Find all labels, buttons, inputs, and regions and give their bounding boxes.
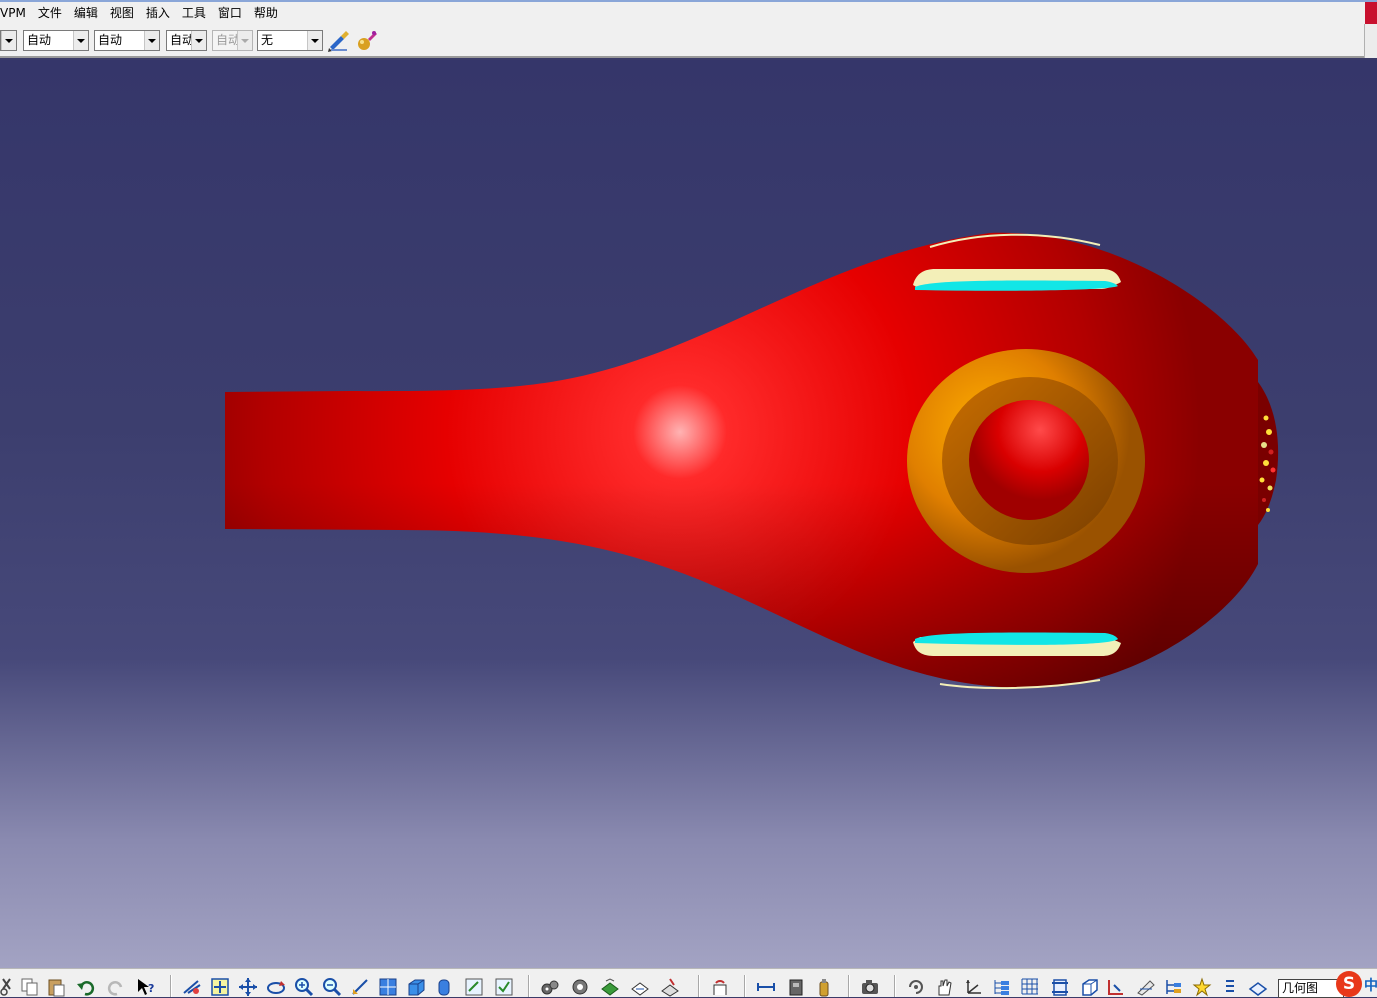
update-icon[interactable] xyxy=(710,977,730,997)
menu-bar: VPM 文件 编辑 视图 插入 工具 窗口 帮助 xyxy=(0,0,1377,24)
manipulate-icon[interactable] xyxy=(906,977,926,997)
swap-view-icon[interactable] xyxy=(494,977,514,997)
distance-icon[interactable] xyxy=(756,977,776,997)
pan-icon[interactable] xyxy=(238,977,258,997)
menu-view[interactable]: 视图 xyxy=(104,3,140,23)
menu-help[interactable]: 帮助 xyxy=(248,3,284,23)
gear-icon[interactable] xyxy=(540,977,560,997)
quick-view-icon[interactable] xyxy=(378,977,398,997)
window-close-button[interactable] xyxy=(1365,2,1377,24)
layer-icon[interactable] xyxy=(1220,977,1240,997)
measure-icon[interactable] xyxy=(630,977,650,997)
cut-icon[interactable] xyxy=(0,977,20,997)
chevron-down-icon[interactable] xyxy=(1,31,16,50)
geometry-set-field[interactable]: 几何图 xyxy=(1278,979,1344,998)
shading-icon[interactable] xyxy=(406,977,426,997)
hide-show-icon[interactable] xyxy=(434,977,454,997)
color-combo[interactable] xyxy=(0,30,17,51)
paint-drop-icon[interactable] xyxy=(355,29,379,53)
constraint-icon[interactable] xyxy=(1106,977,1126,997)
transparency-combo[interactable]: 自动 xyxy=(23,30,89,51)
ime-logo[interactable]: S xyxy=(1336,971,1362,997)
analysis-icon[interactable] xyxy=(660,977,680,997)
layer-combo[interactable]: 无 xyxy=(257,30,323,51)
sketch-icon[interactable] xyxy=(1136,977,1156,997)
chevron-down-icon[interactable] xyxy=(144,31,159,50)
svg-text:?: ? xyxy=(148,982,154,995)
favorites-icon[interactable] xyxy=(1192,977,1212,997)
copy-icon[interactable] xyxy=(20,977,40,997)
scene-icon[interactable] xyxy=(1050,977,1070,997)
zoom-out-icon[interactable] xyxy=(322,977,342,997)
menu-edit[interactable]: 编辑 xyxy=(68,3,104,23)
box-icon[interactable] xyxy=(1080,977,1100,997)
whats-this-icon[interactable]: ? xyxy=(136,977,156,997)
chevron-down-icon xyxy=(237,31,252,50)
catalog-icon[interactable] xyxy=(600,977,620,997)
line-type-combo[interactable]: 自动 xyxy=(166,30,207,51)
undo-icon[interactable] xyxy=(76,977,96,997)
bottom-slot xyxy=(913,632,1121,656)
chevron-down-icon[interactable] xyxy=(191,31,206,50)
mechanism-icon[interactable] xyxy=(570,977,590,997)
toolbar-separator xyxy=(170,975,172,997)
swap-visible-icon[interactable] xyxy=(464,977,484,997)
snapshot-icon[interactable] xyxy=(814,977,834,997)
apply-material-icon[interactable] xyxy=(786,977,806,997)
point-type-combo: 自动 xyxy=(212,30,253,51)
ime-language-indicator[interactable]: 中 xyxy=(1364,975,1377,995)
bottom-toolbar: ? 几何图 S 中 xyxy=(0,968,1377,998)
boss-ring[interactable] xyxy=(907,349,1145,573)
zoom-in-icon[interactable] xyxy=(294,977,314,997)
menu-file[interactable]: 文件 xyxy=(32,3,68,23)
toolbar-separator xyxy=(744,975,746,997)
chevron-down-icon[interactable] xyxy=(73,31,88,50)
layer-filter-icon[interactable] xyxy=(1248,977,1268,997)
rotate-icon[interactable] xyxy=(266,977,286,997)
center-hole[interactable] xyxy=(969,400,1089,520)
normal-view-icon[interactable] xyxy=(350,977,370,997)
axis-icon[interactable] xyxy=(964,977,984,997)
capture-icon[interactable] xyxy=(860,977,880,997)
toolbar-separator xyxy=(848,975,850,997)
tree-icon[interactable] xyxy=(992,977,1012,997)
toolbar-separator xyxy=(698,975,700,997)
top-slot xyxy=(913,269,1121,291)
fly-mode-icon[interactable] xyxy=(182,977,202,997)
spec-tree-icon[interactable] xyxy=(1164,977,1184,997)
menu-tools[interactable]: 工具 xyxy=(176,3,212,23)
grid-icon[interactable] xyxy=(1020,977,1040,997)
toolbar-separator xyxy=(528,975,530,997)
menu-vpm[interactable]: VPM xyxy=(0,3,32,23)
graphic-properties-toolbar: 自动 自动 自动 自动 无 xyxy=(0,24,1377,58)
menu-window[interactable]: 窗口 xyxy=(212,3,248,23)
hand-icon[interactable] xyxy=(934,977,954,997)
line-thickness-combo[interactable]: 自动 xyxy=(94,30,160,51)
toolbar-separator xyxy=(894,975,896,997)
painter-brush-icon[interactable] xyxy=(327,29,351,53)
chevron-down-icon[interactable] xyxy=(307,31,322,50)
paste-icon[interactable] xyxy=(46,977,66,997)
redo-icon[interactable] xyxy=(106,977,126,997)
part-model[interactable] xyxy=(0,60,1377,968)
end-cap xyxy=(1258,382,1279,525)
3d-viewport[interactable] xyxy=(0,60,1377,968)
fit-all-icon[interactable] xyxy=(210,977,230,997)
toolbar-scroll-edge xyxy=(1364,24,1377,58)
menu-insert[interactable]: 插入 xyxy=(140,3,176,23)
